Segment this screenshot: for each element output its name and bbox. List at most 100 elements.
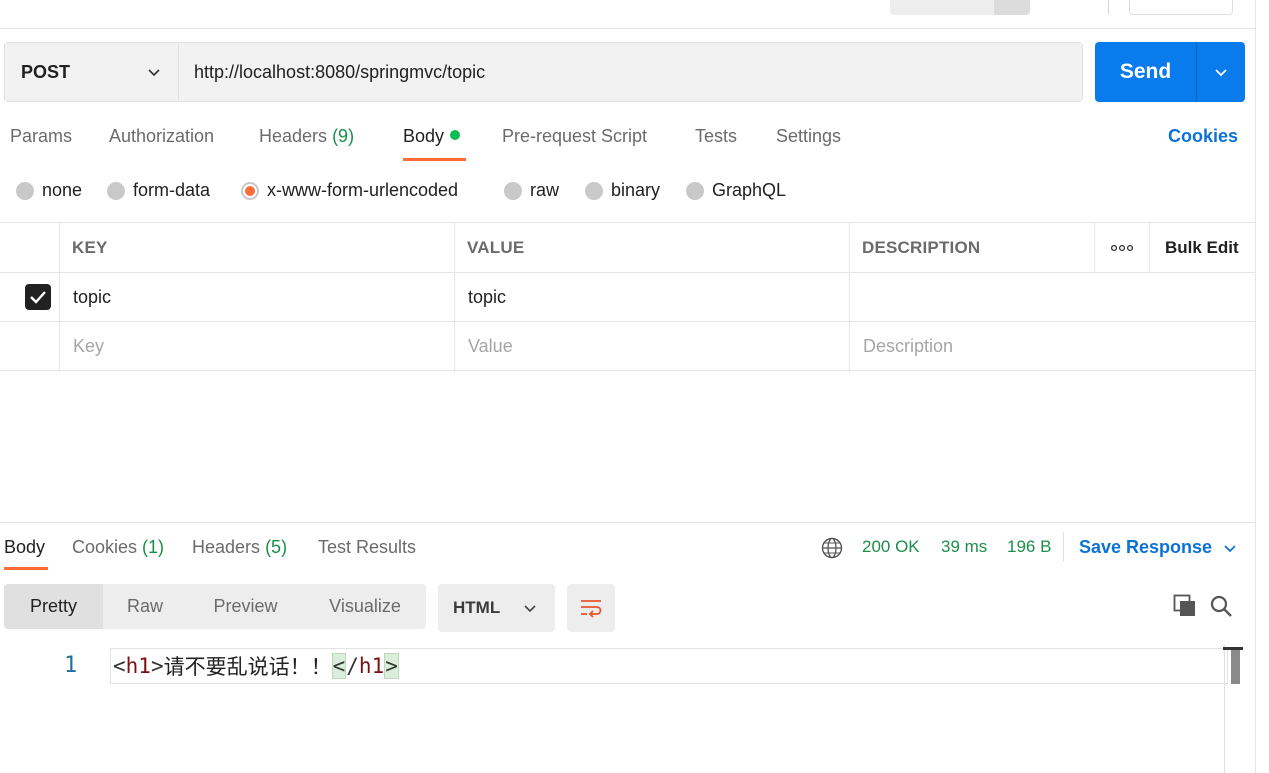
response-tab-cookies-count: (1) (142, 537, 165, 557)
view-preview-button[interactable]: Preview (187, 584, 304, 629)
chevron-down-icon (1224, 544, 1236, 552)
column-divider (1149, 222, 1150, 272)
code-line: < h1 > 请不要乱说话！！ < / h1 > (110, 648, 1228, 684)
tab-body-label: Body (403, 126, 445, 146)
globe-icon[interactable] (821, 537, 843, 559)
radio-graphql-label: GraphQL (712, 180, 787, 200)
column-header-value: VALUE (467, 237, 525, 257)
format-select[interactable]: HTML (438, 584, 555, 632)
top-toolbar-button[interactable] (890, 0, 994, 15)
more-options-icon[interactable] (1111, 223, 1133, 272)
top-toolbar-dropdown[interactable] (994, 0, 1030, 15)
send-dropdown[interactable] (1197, 42, 1245, 102)
table-header-row: KEY VALUE DESCRIPTION Bulk Edit (0, 222, 1255, 272)
top-toolbar-button-right[interactable] (1129, 0, 1233, 15)
radio-none-label: none (42, 180, 83, 200)
cookies-link[interactable]: Cookies (1168, 126, 1238, 147)
send-button[interactable]: Send (1095, 42, 1196, 102)
url-input[interactable]: http://localhost:8080/springmvc/topic (179, 43, 1082, 101)
copy-icon[interactable] (1173, 594, 1197, 618)
tab-headers-count: (9) (332, 126, 355, 146)
radio-circle-selected (241, 181, 259, 200)
radio-raw-label: raw (530, 180, 560, 200)
chevron-down-icon (148, 69, 160, 77)
radio-circle (686, 181, 704, 200)
tab-tests[interactable]: Tests (695, 126, 737, 152)
top-divider-line (0, 28, 1255, 29)
param-key[interactable]: topic (73, 273, 111, 321)
code-token-lt-highlight: < (331, 653, 347, 679)
response-tab-test-results[interactable]: Test Results (318, 537, 416, 558)
status-divider (1063, 532, 1064, 562)
save-response-label: Save Response (1079, 537, 1213, 557)
response-tab-cookies-label: Cookies (72, 537, 138, 557)
radio-circle (585, 181, 603, 200)
radio-none[interactable]: none (16, 180, 82, 201)
ellipsis-icon (1111, 244, 1133, 251)
response-tab-headers[interactable]: Headers (5) (192, 537, 287, 558)
code-token-gt-highlight: > (384, 653, 399, 679)
response-tab-cookies[interactable]: Cookies (1) (72, 537, 164, 558)
bulk-edit-button[interactable]: Bulk Edit (1165, 223, 1239, 272)
status-code[interactable]: 200 OK (862, 537, 920, 557)
value-placeholder-input[interactable]: Value (468, 322, 513, 370)
radio-form-data-label: form-data (133, 180, 211, 200)
pane-right-border (1255, 0, 1256, 773)
format-label: HTML (453, 598, 501, 617)
radio-binary[interactable]: binary (585, 180, 660, 201)
search-icon[interactable] (1209, 594, 1233, 618)
tab-body[interactable]: Body (403, 126, 461, 152)
radio-x-www-form-urlencoded[interactable]: x-www-form-urlencoded (241, 180, 458, 201)
response-tab-headers-label: Headers (192, 537, 261, 557)
code-token-text: 请不要乱说话！！ (163, 655, 332, 679)
description-placeholder-input[interactable]: Description (863, 322, 953, 370)
checkbox-checked (25, 284, 51, 310)
column-divider (454, 222, 455, 372)
tab-authorization[interactable]: Authorization (109, 126, 214, 152)
radio-raw[interactable]: raw (504, 180, 559, 201)
radio-circle (504, 181, 522, 200)
send-button-group: Send (1095, 42, 1245, 102)
response-tab-body[interactable]: Body (4, 537, 45, 558)
table-row-empty: Key Value Description (0, 321, 1255, 371)
response-time[interactable]: 39 ms (941, 537, 987, 557)
chevron-down-icon (524, 605, 536, 613)
body-active-dot (450, 130, 461, 140)
tab-headers[interactable]: Headers (9) (259, 126, 354, 152)
response-pane-divider[interactable] (0, 522, 1255, 523)
view-visualize-button[interactable]: Visualize (304, 584, 426, 629)
code-token-slash: / (346, 654, 359, 678)
editor-scroll-track (1224, 645, 1225, 773)
tab-body-underline (403, 158, 466, 161)
editor-scrollbar-thumb[interactable] (1231, 650, 1240, 684)
code-token-tag: h1 (125, 654, 151, 678)
chevron-down-icon (1215, 69, 1227, 77)
code-token-gt: > (150, 654, 164, 678)
view-pretty-button[interactable]: Pretty (4, 584, 103, 629)
tab-params[interactable]: Params (10, 126, 72, 152)
code-token-tag: h1 (358, 654, 385, 678)
key-placeholder-input[interactable]: Key (73, 322, 104, 370)
wrap-lines-button[interactable] (567, 584, 615, 632)
row-checkbox[interactable] (25, 273, 51, 321)
radio-urlencoded-label: x-www-form-urlencoded (267, 180, 459, 200)
method-label: POST (21, 61, 71, 82)
response-size[interactable]: 196 B (1007, 537, 1051, 557)
wrap-text-icon (581, 600, 602, 618)
tab-settings[interactable]: Settings (776, 126, 841, 152)
column-divider (1094, 222, 1095, 272)
tab-pre-request-script[interactable]: Pre-request Script (502, 126, 647, 152)
request-bar: POST http://localhost:8080/springmvc/top… (4, 42, 1083, 102)
method-select[interactable]: POST (5, 43, 179, 101)
column-divider (849, 222, 850, 372)
radio-circle (16, 181, 34, 200)
response-tab-underline (4, 567, 48, 570)
radio-graphql[interactable]: GraphQL (686, 180, 786, 201)
column-header-description: DESCRIPTION (862, 237, 981, 257)
response-view-group: Pretty Raw Preview Visualize (4, 584, 426, 629)
save-response-button[interactable]: Save Response (1079, 537, 1238, 558)
column-divider (59, 222, 60, 372)
view-raw-button[interactable]: Raw (103, 584, 187, 629)
radio-form-data[interactable]: form-data (107, 180, 210, 201)
param-value[interactable]: topic (468, 273, 506, 321)
